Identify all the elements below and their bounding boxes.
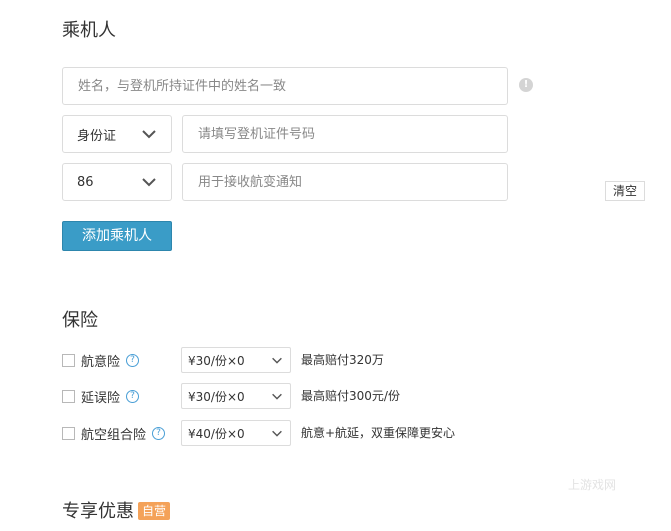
clear-button[interactable]: 清空 [605, 181, 645, 201]
country-code-value: 86 [77, 174, 94, 190]
exclusive-section-title: 专享优惠 自营 [62, 497, 171, 523]
insurance-checkbox[interactable] [62, 353, 75, 367]
add-passenger-button[interactable]: 添加乘机人 [62, 221, 172, 251]
self-operated-badge: 自营 [138, 502, 171, 520]
country-code-select[interactable]: 86 [62, 163, 172, 201]
chevron-down-icon [142, 130, 156, 139]
insurance-checkbox[interactable] [62, 389, 75, 403]
chevron-down-icon [272, 393, 282, 400]
phone-input[interactable] [183, 164, 507, 200]
id-number-input[interactable] [183, 116, 507, 152]
insurance-desc: 最高赔付320万 [301, 353, 384, 367]
insurance-desc: 航意+航延，双重保障更安心 [301, 426, 456, 440]
insurance-section-title: 保险 [62, 310, 98, 331]
id-type-select[interactable]: 身份证 [62, 115, 172, 153]
insurance-quantity-select[interactable]: ¥30/份×0 [181, 347, 291, 373]
chevron-down-icon [272, 430, 282, 437]
insurance-desc: 最高赔付300元/份 [301, 389, 400, 403]
id-type-value: 身份证 [77, 128, 117, 144]
insurance-checkbox[interactable] [62, 426, 75, 440]
help-icon[interactable]: ? [152, 426, 166, 440]
insurance-price: ¥30/份×0 [188, 389, 245, 404]
insurance-price: ¥30/份×0 [188, 353, 245, 368]
insurance-quantity-select[interactable]: ¥40/份×0 [181, 420, 291, 446]
insurance-row: 航意险 ? [62, 347, 140, 373]
chevron-down-icon [272, 357, 282, 364]
passenger-section-title: 乘机人 [62, 20, 116, 41]
insurance-label: 航空组合险 [81, 427, 147, 443]
info-icon[interactable]: ! [519, 78, 533, 92]
exclusive-title-text: 专享优惠 [62, 501, 134, 522]
id-number-field[interactable] [182, 115, 508, 153]
name-field[interactable] [62, 67, 508, 105]
name-input[interactable] [63, 68, 507, 104]
insurance-label: 航意险 [81, 354, 121, 370]
insurance-label: 延误险 [81, 390, 121, 406]
insurance-quantity-select[interactable]: ¥30/份×0 [181, 383, 291, 409]
insurance-row: 航空组合险 ? [62, 420, 166, 446]
help-icon[interactable]: ? [126, 353, 140, 367]
chevron-down-icon [142, 178, 156, 187]
help-icon[interactable]: ? [126, 389, 140, 403]
insurance-price: ¥40/份×0 [188, 426, 245, 441]
phone-field[interactable] [182, 163, 508, 201]
watermark: 上游戏网 [568, 478, 617, 492]
insurance-row: 延误险 ? [62, 383, 140, 409]
